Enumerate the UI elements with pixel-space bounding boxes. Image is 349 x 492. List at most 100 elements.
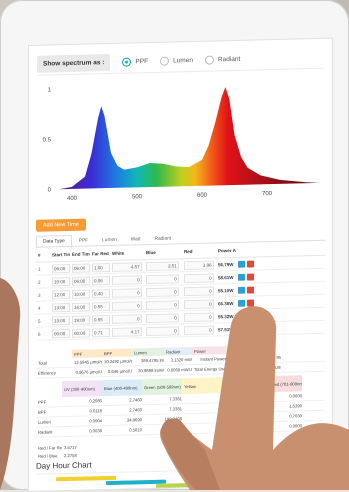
value-field[interactable]: 00:00 — [72, 328, 90, 337]
delete-button[interactable] — [247, 273, 254, 280]
value-field[interactable]: 06:00 — [72, 263, 90, 272]
column-header: White — [110, 250, 144, 256]
edit-button[interactable] — [238, 286, 245, 293]
cell: 00:00 — [70, 328, 90, 337]
cell: 12:00 — [50, 289, 70, 298]
column-header: Start Time — [50, 251, 70, 256]
summary-cell: 0.5810 — [102, 427, 142, 433]
cell: 0 — [110, 314, 144, 324]
summary-cell: 34.8690 — [102, 417, 142, 423]
column-header: Blue — [144, 249, 182, 255]
add-new-time-button[interactable]: Add New Time — [36, 219, 86, 232]
delete-button[interactable] — [247, 286, 254, 293]
value-field[interactable]: 13:00 — [52, 315, 70, 324]
value-field[interactable]: 0 — [112, 314, 142, 324]
cell: 0.06 — [90, 275, 110, 284]
cell: 0.71 — [90, 327, 110, 336]
value-field[interactable]: 0 — [112, 301, 142, 311]
value-field[interactable]: 10:00 — [72, 289, 90, 298]
row-actions — [236, 260, 254, 267]
delete-button[interactable] — [247, 260, 254, 267]
summary-cell: 12.5845 µmol/s — [72, 359, 102, 365]
value-field[interactable]: 1.96 — [184, 260, 214, 270]
x-tick-label: 500 — [132, 194, 143, 200]
hand-right — [150, 300, 349, 490]
cell: 0.40 — [90, 288, 110, 297]
column-header: Red — [182, 248, 216, 254]
radio-label: PPF — [135, 58, 148, 65]
cell: 0.55 — [90, 314, 110, 323]
column-header: End Time — [70, 251, 90, 256]
y-tick-label: 0.5 — [43, 137, 52, 143]
value-field[interactable]: 06:00 — [72, 276, 90, 285]
power-available: 55.10W — [216, 287, 236, 292]
cell: 4.17 — [110, 327, 144, 337]
value-field[interactable]: 0.55 — [92, 314, 110, 323]
value-field[interactable]: 10:00 — [52, 276, 70, 285]
cell: 0 — [144, 287, 182, 297]
spectrum-chart: 00.51400500600700 — [29, 65, 332, 212]
ratio-cell: 2.2758 — [62, 452, 92, 458]
value-field[interactable]: 0 — [184, 286, 214, 296]
power-available: 58.61W — [216, 274, 236, 279]
spectrum-area — [59, 85, 319, 189]
value-field[interactable]: 4.57 — [112, 262, 142, 272]
summary-header-cell: BPF — [102, 348, 132, 357]
hand-left — [0, 258, 40, 490]
edit-button[interactable] — [238, 273, 245, 280]
summary-cell: 0.2080 — [62, 398, 102, 404]
value-field[interactable]: 0 — [184, 273, 214, 283]
value-field[interactable]: 0 — [112, 275, 142, 285]
value-field[interactable]: 16:00 — [72, 302, 90, 311]
value-field[interactable]: 13:00 — [52, 302, 70, 311]
row-actions — [236, 286, 254, 293]
radio-ppf[interactable]: PPF — [122, 57, 148, 67]
summary-cell: 0.646 µmol/J — [102, 368, 132, 374]
edit-button[interactable] — [238, 260, 245, 267]
x-tick-label: 600 — [197, 193, 208, 199]
value-field[interactable]: 0.71 — [92, 327, 110, 336]
cell: 00:00 — [50, 328, 70, 337]
value-field[interactable]: 0 — [146, 287, 179, 297]
cell: 16:00 — [70, 302, 90, 311]
cell: 1.96 — [182, 260, 216, 270]
summary-cell: 0.0004 — [62, 418, 102, 424]
y-tick-label: 1 — [48, 87, 52, 93]
value-field[interactable]: 3.51 — [146, 261, 179, 271]
value-field[interactable]: 4.17 — [112, 327, 142, 337]
summary-cell: 0.0038 — [62, 428, 102, 434]
summary-header-cell: Blue (400-499nm) — [102, 379, 142, 396]
value-field[interactable]: 06:00 — [52, 263, 70, 272]
value-field[interactable]: 12:00 — [52, 289, 70, 298]
value-field[interactable]: 0 — [146, 274, 179, 284]
cell: 0 — [182, 286, 216, 296]
power-available: 56.79W — [216, 261, 236, 266]
cell: 0 — [182, 273, 216, 283]
cell: 0 — [110, 301, 144, 311]
cell: 19:00 — [70, 315, 90, 324]
radio-radiant[interactable]: Radiant — [205, 54, 240, 64]
column-header: # — [36, 252, 50, 257]
summary-cell: Efficiency — [36, 370, 72, 376]
cell: 1.00 — [90, 262, 110, 271]
value-field[interactable]: 0.55 — [92, 301, 110, 310]
day-hour-title: Day Hour Chart — [36, 460, 92, 470]
value-field[interactable]: 1.00 — [92, 262, 110, 271]
cell: 0.55 — [90, 301, 110, 310]
cell: 0 — [110, 275, 144, 285]
value-field[interactable]: 00:00 — [52, 328, 70, 337]
cell: 10:00 — [70, 289, 90, 298]
value-field[interactable]: 0.40 — [92, 288, 110, 297]
cell: 0 — [144, 274, 182, 284]
cell: 3.51 — [144, 261, 182, 271]
value-field[interactable]: 0.06 — [92, 275, 110, 284]
summary-cell: 2.7460 — [102, 397, 142, 403]
summary-cell: 0.0118 — [62, 408, 102, 414]
column-header: Power Available — [216, 247, 236, 252]
value-field[interactable]: 0 — [112, 288, 142, 298]
cell: 13:00 — [50, 315, 70, 324]
summary-cell: 0.8676 µmol/J — [72, 369, 102, 375]
value-field[interactable]: 19:00 — [72, 315, 90, 324]
x-tick-label: 700 — [262, 191, 273, 197]
radio-lumen[interactable]: Lumen — [160, 55, 193, 65]
